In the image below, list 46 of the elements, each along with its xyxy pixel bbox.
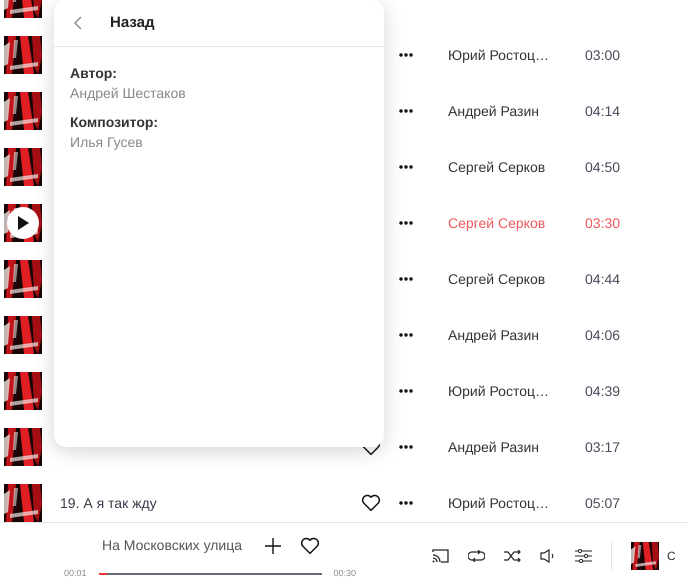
track-duration: 04:39 [585,382,620,400]
more-icon[interactable] [399,109,413,113]
credit-role: Композитор: [70,113,160,132]
now-playing-title: На Московских улица [102,536,244,555]
heart-icon[interactable] [361,494,381,512]
artist-name[interactable]: Юрий Ростоц… [448,44,585,66]
more-icon[interactable] [399,165,413,169]
artist-name[interactable]: Сергей Серков [448,268,585,290]
track-duration: 04:14 [585,102,620,120]
artist-name[interactable]: Сергей Серков [448,156,585,178]
shuffle-icon[interactable] [504,550,521,562]
heart-icon[interactable] [300,536,320,554]
more-icon[interactable] [399,53,413,57]
more-icon[interactable] [399,221,413,225]
track-duration: 04:06 [585,326,620,344]
more-icon[interactable] [399,333,413,337]
track-title: 19. А я так жду [60,494,157,510]
track-duration: 04:44 [585,270,620,288]
volume-icon[interactable] [540,549,556,563]
back-label[interactable]: Назад [110,12,154,34]
track-duration: 03:00 [585,46,620,64]
elapsed-time: 00:01 [64,567,87,580]
next-track-title: С [667,548,676,565]
equalizer-icon[interactable] [575,549,592,563]
credit-name: Илья Гусев [70,133,144,152]
artist-name[interactable]: Юрий Ростоц… [448,492,585,514]
credit-name: Андрей Шестаков [70,84,187,103]
artist-name[interactable]: Андрей Разин [448,324,585,346]
back-icon[interactable] [74,16,82,30]
credit-role: Автор: [70,64,118,83]
track-duration: 03:17 [585,438,620,456]
more-icon[interactable] [399,501,413,505]
track-duration: 05:07 [585,494,620,512]
track-duration: 03:30 [585,214,620,232]
track-duration: 04:50 [585,158,620,176]
artist-name[interactable]: Андрей Разин [448,436,585,458]
progress-track[interactable] [98,572,322,575]
artist-name[interactable]: Юрий Ростоц… [448,380,585,402]
repeat-icon[interactable] [468,550,485,562]
more-icon[interactable] [399,277,413,281]
artist-name[interactable]: Андрей Разин [448,100,585,122]
cast-icon[interactable] [432,549,449,563]
more-icon[interactable] [399,445,413,449]
more-icon[interactable] [399,389,413,393]
add-icon[interactable] [265,538,281,554]
total-time: 00:30 [334,567,356,580]
